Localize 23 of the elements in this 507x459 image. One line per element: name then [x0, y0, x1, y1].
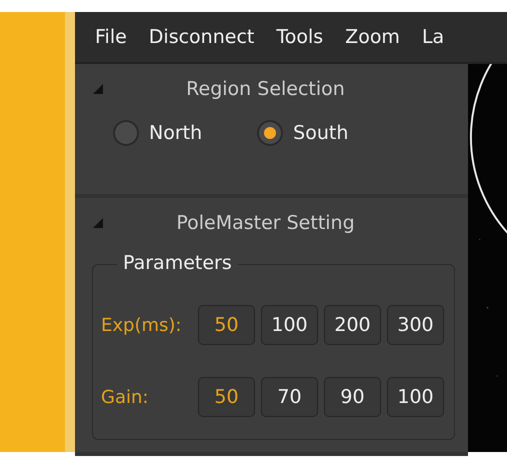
value-button[interactable]: 100: [261, 305, 318, 345]
parameter-label: Gain:: [101, 386, 150, 408]
collapse-triangle-icon[interactable]: [93, 218, 103, 228]
value-button[interactable]: 70: [261, 377, 318, 417]
value-button[interactable]: 50: [198, 377, 255, 417]
parameter-label: Exp(ms):: [101, 314, 182, 336]
section-title: PoleMaster Setting: [175, 212, 356, 234]
value-button[interactable]: 50: [198, 305, 255, 345]
section-title: Region Selection: [185, 78, 346, 100]
radio-label[interactable]: North: [149, 122, 202, 144]
radio-button[interactable]: [113, 120, 139, 146]
value-button[interactable]: 90: [324, 377, 381, 417]
collapse-triangle-icon[interactable]: [93, 84, 103, 94]
radio-label[interactable]: South: [293, 122, 348, 144]
menu-item[interactable]: La: [422, 26, 444, 48]
menu-item[interactable]: Zoom: [345, 26, 400, 48]
menu-item[interactable]: Tools: [276, 26, 324, 48]
value-button[interactable]: 200: [324, 305, 381, 345]
value-button[interactable]: 300: [387, 305, 444, 345]
radio-button[interactable]: [257, 120, 284, 146]
value-button[interactable]: 100: [387, 377, 444, 417]
menu-item[interactable]: File: [95, 26, 127, 48]
menu-item[interactable]: Disconnect: [148, 26, 254, 48]
